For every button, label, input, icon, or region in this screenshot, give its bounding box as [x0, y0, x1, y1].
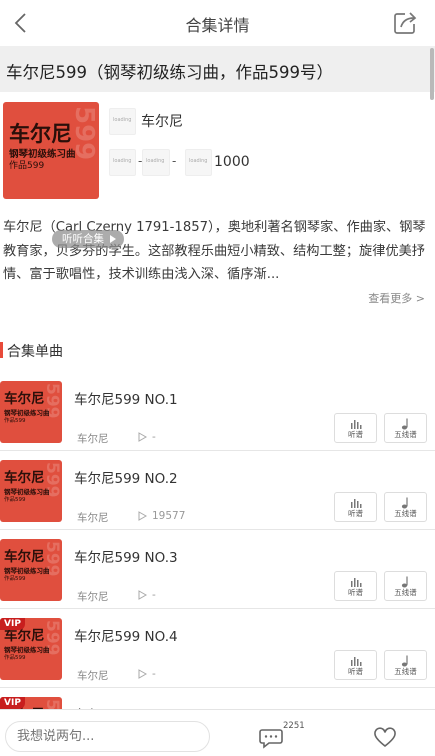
staff-notation-button[interactable]: 五线谱 — [384, 571, 427, 601]
listen-collection-label: 听听合集 — [62, 233, 104, 245]
see-more-link[interactable]: 查看更多 > — [368, 290, 425, 306]
song-cover: 599 车尔尼 钢琴初级练习曲 作品599 — [0, 381, 62, 443]
comment-icon — [259, 729, 283, 749]
collection-description: 车尔尼（Carl Czerny 1791-1857），奥地利著名钢琴家、作曲家、… — [3, 220, 426, 282]
play-count-icon — [138, 669, 147, 679]
composer-avatar[interactable]: loading — [109, 108, 136, 135]
staff-notation-label: 五线谱 — [394, 667, 417, 676]
song-cover: 599 车尔尼 钢琴初级练习曲 作品599 VIP — [0, 618, 62, 680]
avatar-placeholder: loading — [113, 117, 132, 123]
thumbnail-placeholder: loading — [189, 158, 208, 164]
play-count: - — [152, 668, 156, 680]
listen-score-label: 听谱 — [348, 430, 363, 439]
song-title: 车尔尼599 NO.4 — [74, 629, 178, 645]
play-triangle-icon — [110, 235, 117, 243]
thumbnail-placeholder: loading — [113, 158, 132, 164]
play-count: - — [152, 589, 156, 601]
cover-title: 车尔尼 — [9, 122, 72, 146]
cover-title: 车尔尼 — [4, 549, 45, 565]
cover-opus: 作品599 — [4, 497, 26, 503]
comment-button[interactable] — [258, 726, 284, 750]
heart-icon — [374, 727, 396, 748]
play-count: - — [152, 431, 156, 443]
song-artist: 车尔尼 — [77, 670, 109, 682]
top-navigation-bar: 合集详情 — [0, 0, 435, 46]
song-artist: 车尔尼 — [77, 591, 109, 603]
section-title: 合集单曲 — [7, 344, 63, 360]
song-title: 车尔尼599 NO.3 — [74, 550, 178, 566]
cover-opus: 作品599 — [4, 418, 26, 424]
listen-score-label: 听谱 — [348, 588, 363, 597]
staff-notation-label: 五线谱 — [394, 509, 417, 518]
listen-score-label: 听谱 — [348, 667, 363, 676]
play-count: 19577 — [152, 510, 186, 522]
favorite-button[interactable] — [372, 726, 398, 750]
song-row[interactable]: 599 车尔尼 钢琴初级练习曲 作品599 VIP 车尔尼599 NO.4 车尔… — [0, 609, 435, 688]
song-row[interactable]: 599 车尔尼 钢琴初级练习曲 作品599 车尔尼599 NO.1 车尔尼 - … — [0, 372, 435, 451]
listen-score-button[interactable]: 听谱 — [334, 492, 377, 522]
staff-notation-label: 五线谱 — [394, 430, 417, 439]
meta-thumbnail: loading — [142, 149, 170, 176]
play-count-icon — [138, 590, 147, 600]
meta-separator: - — [172, 154, 177, 168]
section-accent-bar — [0, 342, 3, 358]
scrollbar[interactable] — [430, 48, 434, 100]
share-icon — [394, 12, 417, 34]
play-count-icon — [138, 432, 147, 442]
staff-notation-button[interactable]: 五线谱 — [384, 650, 427, 680]
staff-notation-button[interactable]: 五线谱 — [384, 492, 427, 522]
song-cover: 599 车尔尼 钢琴初级练习曲 作品599 — [0, 539, 62, 601]
composer-name[interactable]: 车尔尼 — [141, 111, 183, 131]
meta-thumbnail: loading — [185, 149, 212, 176]
staff-notation-label: 五线谱 — [394, 588, 417, 597]
share-button[interactable] — [391, 9, 419, 37]
meta-thumbnail: loading — [109, 149, 136, 176]
meta-count: 1000 — [214, 154, 250, 170]
cover-title: 车尔尼 — [4, 470, 45, 486]
song-row[interactable]: 599 车尔尼 钢琴初级练习曲 作品599 车尔尼599 NO.2 车尔尼 19… — [0, 451, 435, 530]
collection-cover: 599 车尔尼 钢琴初级练习曲 作品599 — [3, 102, 99, 199]
collection-title: 车尔尼599（钢琴初级练习曲，作品599号） — [6, 63, 333, 82]
listen-score-button[interactable]: 听谱 — [334, 413, 377, 443]
vip-badge: VIP — [0, 618, 25, 630]
song-row[interactable]: 599 车尔尼 钢琴初级练习曲 作品599 车尔尼599 NO.3 车尔尼 - … — [0, 530, 435, 609]
song-cover: 599 车尔尼 钢琴初级练习曲 作品599 — [0, 460, 62, 522]
cover-opus: 作品599 — [4, 655, 26, 661]
vip-badge: VIP — [0, 697, 25, 709]
listen-collection-tag[interactable]: 听听合集 — [52, 230, 125, 248]
thumbnail-placeholder: loading — [146, 158, 165, 164]
page-title: 合集详情 — [185, 16, 250, 35]
song-title: 车尔尼599 NO.2 — [74, 471, 178, 487]
comment-count: 2251 — [283, 721, 305, 731]
play-count-icon — [138, 511, 147, 521]
cover-opus: 作品599 — [9, 161, 45, 171]
song-artist: 车尔尼 — [77, 512, 109, 524]
listen-score-button[interactable]: 听谱 — [334, 571, 377, 601]
song-artist: 车尔尼 — [77, 433, 109, 445]
staff-notation-button[interactable]: 五线谱 — [384, 413, 427, 443]
cover-opus: 作品599 — [4, 576, 26, 582]
collection-title-bar: 车尔尼599（钢琴初级练习曲，作品599号） — [0, 46, 435, 92]
bottom-comment-bar: 2251 — [0, 709, 435, 756]
comment-input[interactable] — [5, 721, 210, 752]
listen-score-button[interactable]: 听谱 — [334, 650, 377, 680]
listen-score-label: 听谱 — [348, 509, 363, 518]
cover-title: 车尔尼 — [4, 391, 45, 407]
song-title: 车尔尼599 NO.1 — [74, 392, 178, 408]
